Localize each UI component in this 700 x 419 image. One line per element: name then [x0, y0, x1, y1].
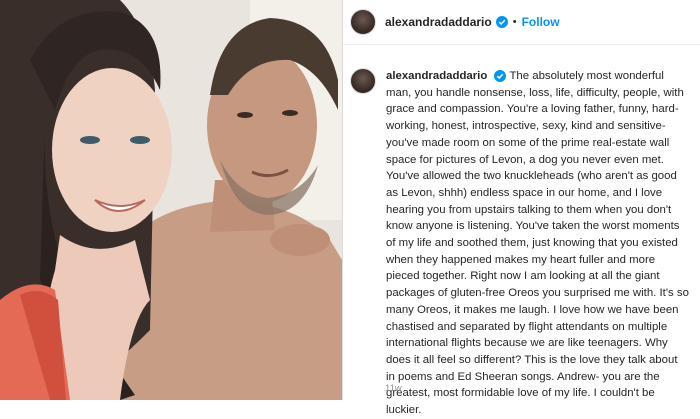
author-username[interactable]: alexandradaddario	[385, 15, 492, 29]
verified-badge-icon	[495, 16, 508, 28]
instagram-post: alexandradaddario • Follow alexandradadd…	[0, 0, 700, 416]
follow-button[interactable]: Follow	[522, 15, 560, 29]
caption-body: The absolutely most wonderful man, you h…	[386, 70, 689, 417]
separator-dot: •	[512, 16, 517, 28]
caption-text-container: alexandradaddario The absolutely most wo…	[386, 68, 689, 419]
caption-verified-badge-icon	[494, 69, 507, 82]
caption-avatar[interactable]	[350, 68, 376, 94]
post-side-panel: alexandradaddario • Follow alexandradadd…	[343, 0, 700, 416]
post-timestamp[interactable]: 11w	[385, 383, 402, 394]
post-header: alexandradaddario • Follow	[343, 0, 700, 45]
author-avatar[interactable]	[350, 9, 376, 35]
caption-username[interactable]: alexandradaddario	[386, 70, 487, 82]
caption-block: alexandradaddario The absolutely most wo…	[350, 68, 690, 419]
post-photo[interactable]	[0, 0, 343, 400]
couple-photo-illustration	[0, 0, 342, 400]
